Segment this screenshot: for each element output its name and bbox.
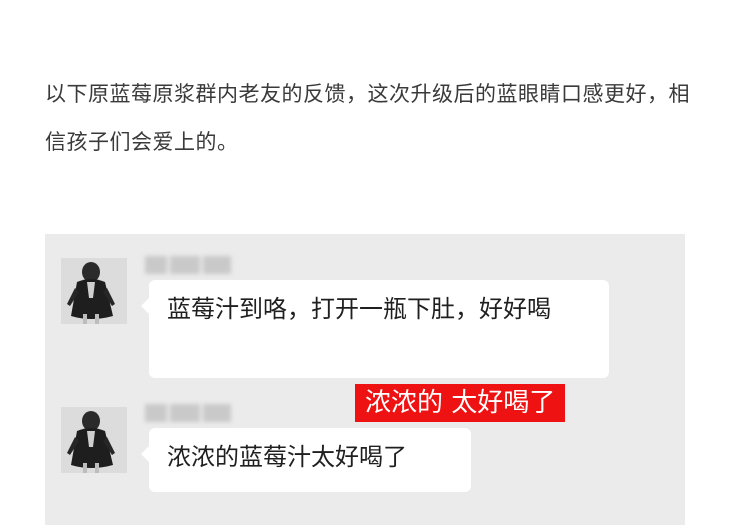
message-bubble: 浓浓的蓝莓汁太好喝了 bbox=[141, 428, 471, 492]
person-photo-icon bbox=[61, 407, 127, 473]
avatar bbox=[61, 407, 127, 473]
intro-paragraph: 以下原蓝莓原浆群内老友的反馈，这次升级后的蓝眼睛口感更好，相信孩子们会爱上的。 bbox=[45, 82, 690, 154]
caption-highlight: 浓浓的 太好喝了 bbox=[355, 384, 566, 422]
person-photo-icon bbox=[61, 258, 127, 324]
message-text: 蓝莓汁到咯，打开一瓶下肚，好好喝 bbox=[167, 295, 551, 323]
message-bubble: 蓝莓汁到咯，打开一瓶下肚，好好喝 bbox=[141, 280, 609, 378]
blurred-username bbox=[145, 404, 235, 422]
blurred-username bbox=[145, 256, 235, 274]
message-text: 浓浓的蓝莓汁太好喝了 bbox=[167, 443, 407, 471]
avatar bbox=[61, 258, 127, 324]
chat-screenshot: 蓝莓汁到咯，打开一瓶下肚，好好喝 浓浓的 太好喝了 浓浓的蓝莓汁太好喝了 bbox=[45, 234, 685, 525]
